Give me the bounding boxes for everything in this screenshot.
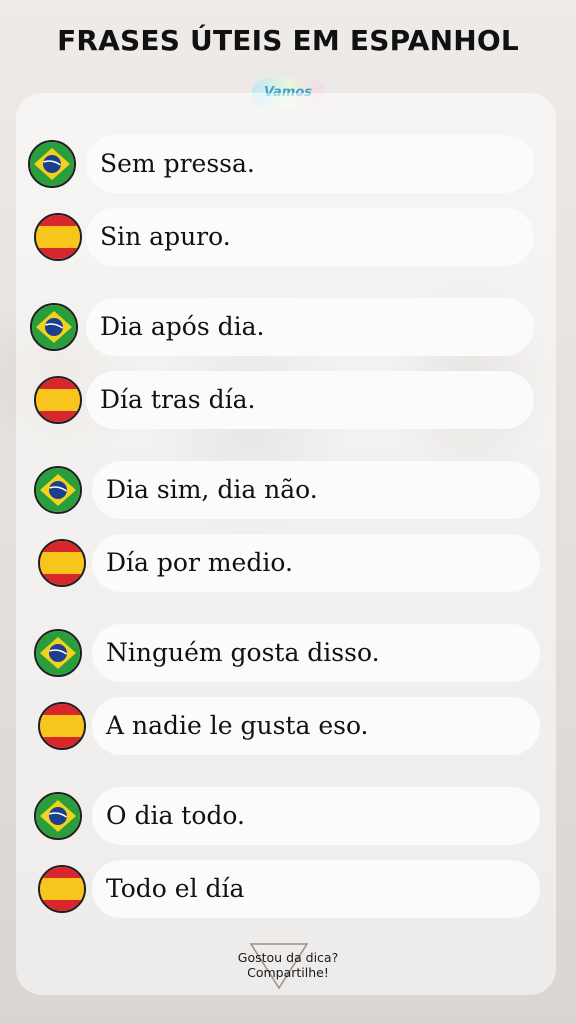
list-item: Día por medio. xyxy=(34,534,540,592)
brazil-flag-icon xyxy=(30,303,78,351)
brazil-flag-icon xyxy=(34,792,82,840)
list-item: Sem pressa. xyxy=(28,135,536,193)
footer-line-2: Compartilhe! xyxy=(247,965,329,980)
spain-flag-icon xyxy=(38,865,86,913)
brazil-flag-icon xyxy=(34,466,82,514)
list-item: A nadie le gusta eso. xyxy=(34,697,540,755)
list-item: Todo el día xyxy=(34,860,540,918)
phrase-text: Día tras día. xyxy=(86,371,534,429)
list-item: Dia após dia. xyxy=(28,298,536,356)
phrase-text: Sem pressa. xyxy=(86,135,534,193)
list-item: Sin apuro. xyxy=(28,208,536,266)
phrase-text: O dia todo. xyxy=(92,787,540,845)
footer-line-1: Gostou da dica? xyxy=(237,950,339,965)
spain-flag-icon xyxy=(34,213,82,261)
spain-flag-icon xyxy=(34,376,82,424)
share-call-to-action: Gostou da dica? Compartilhe! xyxy=(0,950,576,980)
brazil-flag-icon xyxy=(34,629,82,677)
phrase-text: Dia sim, dia não. xyxy=(92,461,540,519)
list-item: O dia todo. xyxy=(34,787,540,845)
spain-flag-icon xyxy=(38,702,86,750)
page-title: FRASES ÚTEIS EM ESPANHOL xyxy=(57,24,519,57)
phrase-text: Dia após dia. xyxy=(86,298,534,356)
phrase-text: Todo el día xyxy=(92,860,540,918)
list-item: Día tras día. xyxy=(28,371,536,429)
phrase-text: Sin apuro. xyxy=(86,208,534,266)
list-item: Dia sim, dia não. xyxy=(34,461,540,519)
phrase-text: Día por medio. xyxy=(92,534,540,592)
spain-flag-icon xyxy=(38,539,86,587)
phrase-text: Ninguém gosta disso. xyxy=(92,624,540,682)
phrase-text: A nadie le gusta eso. xyxy=(92,697,540,755)
brazil-flag-icon xyxy=(28,140,76,188)
list-item: Ninguém gosta disso. xyxy=(34,624,540,682)
